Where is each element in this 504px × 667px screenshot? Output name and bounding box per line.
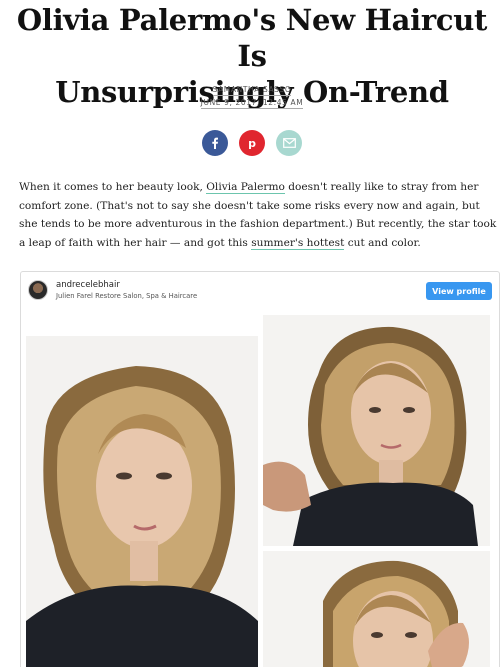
body-text-1: When it comes to her beauty look, bbox=[19, 181, 207, 193]
instagram-header: andrecelebhair Julien Farel Restore Salo… bbox=[21, 272, 499, 312]
facebook-icon bbox=[212, 137, 218, 149]
photo-top-right[interactable] bbox=[263, 315, 490, 546]
body-text-3: cut and color. bbox=[344, 236, 421, 249]
svg-text:p: p bbox=[248, 137, 256, 149]
publish-date-text: JUNE 9, 2017, 12:45 AM bbox=[200, 98, 304, 109]
pinterest-share-button[interactable]: p bbox=[239, 130, 265, 156]
view-profile-button[interactable]: View profile bbox=[426, 282, 492, 300]
publish-date: JUNE 9, 2017, 12:45 AM bbox=[0, 98, 504, 109]
author-byline[interactable]: SAMANTHA SASSO bbox=[0, 85, 504, 96]
avatar[interactable] bbox=[28, 280, 48, 300]
email-icon bbox=[282, 138, 296, 148]
share-bar: p bbox=[0, 130, 504, 156]
instagram-username[interactable]: andrecelebhair bbox=[56, 280, 120, 290]
instagram-location[interactable]: Julien Farel Restore Salon, Spa & Hairca… bbox=[56, 292, 197, 300]
photo-main[interactable] bbox=[26, 336, 258, 667]
instagram-embed[interactable]: andrecelebhair Julien Farel Restore Salo… bbox=[20, 271, 500, 667]
email-share-button[interactable] bbox=[276, 130, 302, 156]
facebook-share-button[interactable] bbox=[202, 130, 228, 156]
summers-hottest-link[interactable]: summer's hottest bbox=[251, 236, 345, 250]
article-title-line1: Olivia Palermo's New Haircut Is bbox=[16, 3, 488, 73]
photo-bottom-right[interactable] bbox=[263, 551, 490, 667]
author-name[interactable]: SAMANTHA SASSO bbox=[212, 85, 292, 96]
olivia-palermo-link[interactable]: Olivia Palermo bbox=[206, 181, 285, 194]
article-body: When it comes to her beauty look, Olivia… bbox=[19, 178, 499, 252]
pinterest-icon: p bbox=[248, 137, 256, 149]
